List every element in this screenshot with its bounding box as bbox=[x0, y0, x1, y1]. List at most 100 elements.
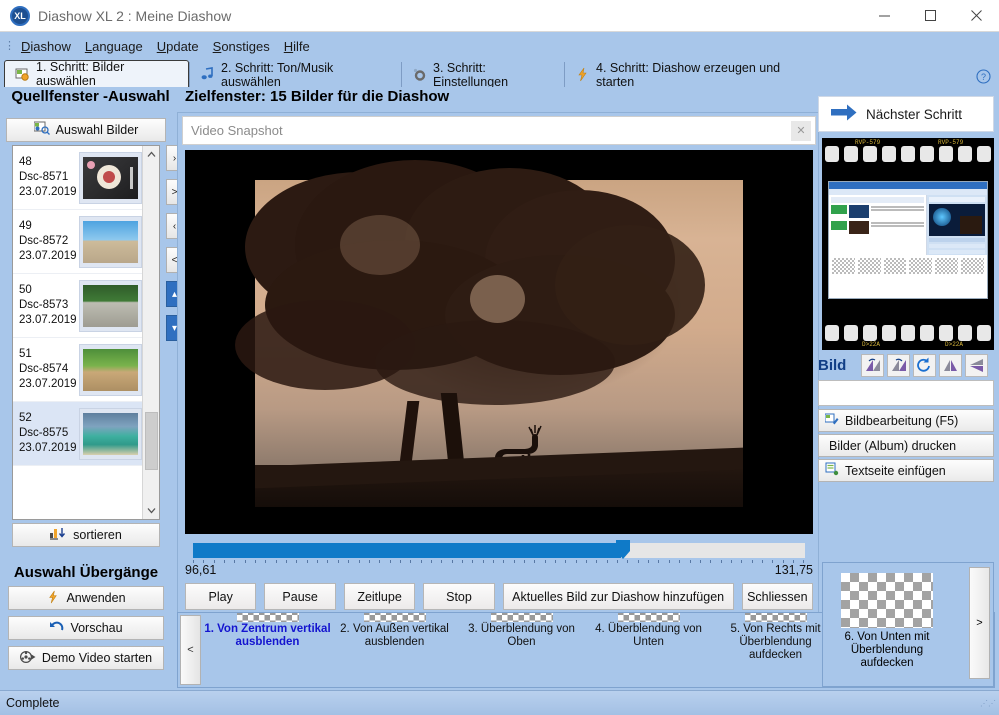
print-album-button[interactable]: Bilder (Album) drucken bbox=[818, 434, 994, 457]
rotate-left-icon[interactable] bbox=[861, 354, 884, 377]
rotate-right-icon[interactable] bbox=[887, 354, 910, 377]
menu-item-sonstiges[interactable]: Sonstiges bbox=[206, 36, 277, 57]
rotate-reset-icon[interactable] bbox=[913, 354, 936, 377]
sort-icon bbox=[50, 527, 67, 543]
transition-label: 3. Überblendung von Oben bbox=[458, 623, 585, 649]
source-item-meta: 50Dsc-857323.07.2019 bbox=[19, 283, 75, 328]
source-list-scrollbar[interactable] bbox=[142, 146, 159, 519]
preview-label: Vorschau bbox=[70, 621, 122, 635]
transition-item[interactable]: 5. Von Rechts mit Überblendung aufdecken bbox=[712, 613, 839, 687]
preview-button[interactable]: Vorschau bbox=[8, 616, 164, 640]
source-item-date: 23.07.2019 bbox=[19, 377, 75, 392]
image-caption-input[interactable] bbox=[818, 380, 994, 406]
transitions-panel: Auswahl Übergänge Anwenden Vorschau Demo… bbox=[6, 560, 166, 690]
transition-item[interactable]: 4. Überblendung von Unten bbox=[585, 613, 712, 687]
nested-app-screenshot bbox=[828, 181, 988, 299]
source-list-item[interactable]: 51Dsc-857423.07.2019 bbox=[13, 338, 159, 402]
chevron-left-icon[interactable]: < bbox=[180, 615, 201, 685]
flip-vertical-icon[interactable] bbox=[939, 354, 962, 377]
source-list-item[interactable]: 50Dsc-857323.07.2019 bbox=[13, 274, 159, 338]
status-bar: Complete ⋰⋰ bbox=[0, 690, 999, 715]
transition-item[interactable]: 3. Überblendung von Oben bbox=[458, 613, 585, 687]
help-circle-icon[interactable]: ? bbox=[976, 69, 991, 87]
video-control-play[interactable]: Play bbox=[185, 583, 256, 610]
title-bar: XL Diashow XL 2 : Meine Diashow bbox=[0, 0, 999, 32]
next-step-button[interactable]: Nächster Schritt bbox=[818, 96, 994, 132]
resize-grip-icon[interactable]: ⋰⋰ bbox=[980, 701, 996, 706]
transition-item[interactable]: 1. Von Zentrum vertikal ausblenden bbox=[204, 613, 331, 687]
source-item-date: 23.07.2019 bbox=[19, 313, 75, 328]
ground bbox=[255, 465, 743, 507]
chevron-up-icon[interactable] bbox=[143, 146, 159, 163]
film-reel-icon bbox=[20, 650, 36, 667]
source-item-thumbnail[interactable] bbox=[79, 216, 142, 268]
menu-item-hilfe[interactable]: Hilfe bbox=[277, 36, 317, 57]
source-panel: Auswahl Bilder 48Dsc-857123.07.201949Dsc… bbox=[6, 112, 166, 552]
source-item-thumbnail[interactable] bbox=[79, 344, 142, 396]
transition-item[interactable]: 2. Von Außen vertikal ausblenden bbox=[331, 613, 458, 687]
flip-horizontal-icon[interactable] bbox=[965, 354, 988, 377]
time-start: 96,61 bbox=[185, 563, 216, 580]
source-item-thumbnail[interactable] bbox=[79, 152, 142, 204]
progress-knob[interactable] bbox=[616, 540, 630, 560]
source-list-item[interactable]: 52Dsc-857523.07.2019 bbox=[13, 402, 159, 466]
preview-photo bbox=[255, 180, 743, 507]
video-progress[interactable] bbox=[185, 540, 813, 562]
music-note-icon bbox=[200, 67, 215, 82]
video-display[interactable] bbox=[185, 150, 813, 534]
source-item-date: 23.07.2019 bbox=[19, 185, 75, 200]
tab-step-2[interactable]: 2. Schritt: Ton/Musik auswählen bbox=[189, 62, 401, 87]
transition-thumbnail[interactable] bbox=[491, 613, 553, 622]
source-list-item[interactable]: 48Dsc-857123.07.2019 bbox=[13, 146, 159, 210]
menu-item-update[interactable]: Update bbox=[150, 36, 206, 57]
video-control-pause[interactable]: Pause bbox=[264, 583, 335, 610]
tab-step-1[interactable]: 1. Schritt: Bilder auswählen bbox=[4, 60, 189, 87]
checker-preview[interactable] bbox=[841, 573, 933, 628]
apply-button[interactable]: Anwenden bbox=[8, 586, 164, 610]
image-tools-label: Bild bbox=[818, 357, 846, 374]
select-images-button[interactable]: Auswahl Bilder bbox=[6, 118, 166, 142]
source-item-number: 52 bbox=[19, 411, 75, 426]
chevron-down-icon[interactable] bbox=[143, 502, 160, 519]
sort-button[interactable]: sortieren bbox=[12, 523, 160, 547]
filmstrip-preview[interactable]: RVP-579 RVP-579 bbox=[822, 138, 994, 350]
scrollbar-thumb[interactable] bbox=[145, 412, 158, 470]
source-item-thumbnail[interactable] bbox=[79, 408, 142, 460]
insert-text-page-button[interactable]: Textseite einfügen bbox=[818, 459, 994, 482]
tab-step-4[interactable]: 4. Schritt: Diashow erzeugen und starten bbox=[564, 62, 830, 87]
close-icon[interactable] bbox=[953, 0, 999, 32]
source-item-meta: 51Dsc-857423.07.2019 bbox=[19, 347, 75, 392]
source-item-thumbnail[interactable] bbox=[79, 280, 142, 332]
transition-thumbnail[interactable] bbox=[237, 613, 299, 622]
transition-thumbnail[interactable] bbox=[618, 613, 680, 622]
minimize-icon[interactable] bbox=[861, 0, 907, 32]
edit-image-label: Bildbearbeitung (F5) bbox=[845, 414, 958, 428]
tab-step-3[interactable]: 3. Schritt: Einstellungen bbox=[401, 62, 564, 87]
source-item-date: 23.07.2019 bbox=[19, 441, 75, 456]
transition-label: 5. Von Rechts mit Überblendung aufdecken bbox=[712, 623, 839, 662]
progress-track[interactable] bbox=[193, 543, 805, 558]
video-control-stop[interactable]: Stop bbox=[423, 583, 494, 610]
source-item-number: 48 bbox=[19, 155, 75, 170]
svg-text:?: ? bbox=[981, 72, 986, 82]
source-image-list[interactable]: 48Dsc-857123.07.201949Dsc-857223.07.2019… bbox=[12, 145, 160, 520]
transition-thumbnail[interactable] bbox=[364, 613, 426, 622]
select-images-icon bbox=[34, 121, 50, 139]
video-control-aktuelles-bild-zur-diashow-hinzuf-gen[interactable]: Aktuelles Bild zur Diashow hinzufügen bbox=[503, 583, 734, 610]
menu-item-diashow[interactable]: Diashow bbox=[14, 36, 78, 57]
preview-next-icon[interactable]: > bbox=[969, 567, 990, 679]
menu-grip-icon: ⋮ bbox=[4, 43, 14, 50]
transition-thumbnail[interactable] bbox=[745, 613, 807, 622]
video-control-zeitlupe[interactable]: Zeitlupe bbox=[344, 583, 415, 610]
edit-image-button[interactable]: Bildbearbeitung (F5) bbox=[818, 409, 994, 432]
close-small-icon[interactable]: ✕ bbox=[791, 121, 811, 141]
print-album-label: Bilder (Album) drucken bbox=[829, 439, 956, 453]
menu-item-language[interactable]: Language bbox=[78, 36, 150, 57]
source-item-name: Dsc-8572 bbox=[19, 234, 75, 249]
source-list-item[interactable]: 49Dsc-857223.07.2019 bbox=[13, 210, 159, 274]
demo-video-button[interactable]: Demo Video starten bbox=[8, 646, 164, 670]
source-item-name: Dsc-8573 bbox=[19, 298, 75, 313]
undo-arrow-icon bbox=[49, 620, 64, 636]
maximize-icon[interactable] bbox=[907, 0, 953, 32]
video-control-schliessen[interactable]: Schliessen bbox=[742, 583, 813, 610]
